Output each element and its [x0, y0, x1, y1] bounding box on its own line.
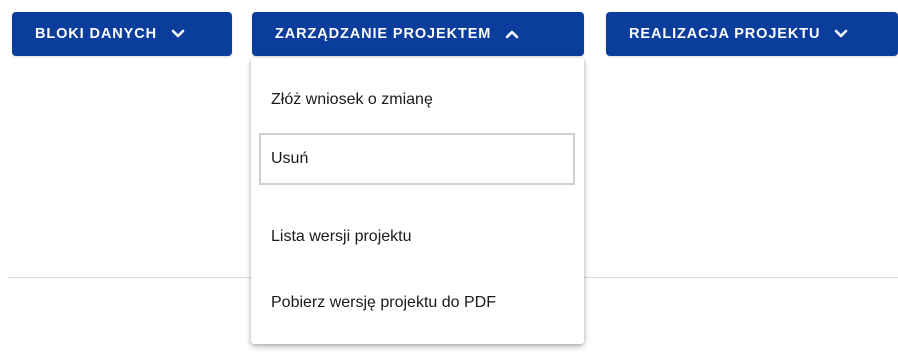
zarzadzanie-projektem-label: ZARZĄDZANIE PROJEKTEM [275, 26, 492, 42]
menu-item-lista-wersji[interactable]: Lista wersji projektu [259, 211, 575, 263]
chevron-down-icon [834, 29, 848, 39]
menu-item-label: Pobierz wersję projektu do PDF [271, 294, 496, 311]
menu-item-label: Złóż wniosek o zmianę [271, 91, 433, 108]
zarzadzanie-projektem-button[interactable]: ZARZĄDZANIE PROJEKTEM [252, 12, 584, 56]
chevron-down-icon [171, 29, 185, 39]
bloki-danych-label: BLOKI DANYCH [35, 26, 157, 42]
chevron-up-icon [505, 29, 519, 39]
realizacja-projektu-label: REALIZACJA PROJEKTU [629, 26, 821, 42]
realizacja-projektu-button[interactable]: REALIZACJA PROJEKTU [606, 12, 898, 56]
menu-item-pobierz-pdf[interactable]: Pobierz wersję projektu do PDF [259, 277, 575, 329]
menu-item-label: Lista wersji projektu [271, 228, 412, 245]
project-management-dropdown-menu: Złóż wniosek o zmianę Usuń Lista wersji … [251, 58, 584, 344]
menu-item-label: Usuń [271, 150, 309, 167]
menu-item-usun[interactable]: Usuń [259, 133, 575, 185]
menu-item-zloz-wniosek[interactable]: Złóż wniosek o zmianę [259, 74, 575, 126]
bloki-danych-button[interactable]: BLOKI DANYCH [12, 12, 232, 56]
page: BLOKI DANYCH ZARZĄDZANIE PROJEKTEM REALI… [0, 0, 898, 361]
